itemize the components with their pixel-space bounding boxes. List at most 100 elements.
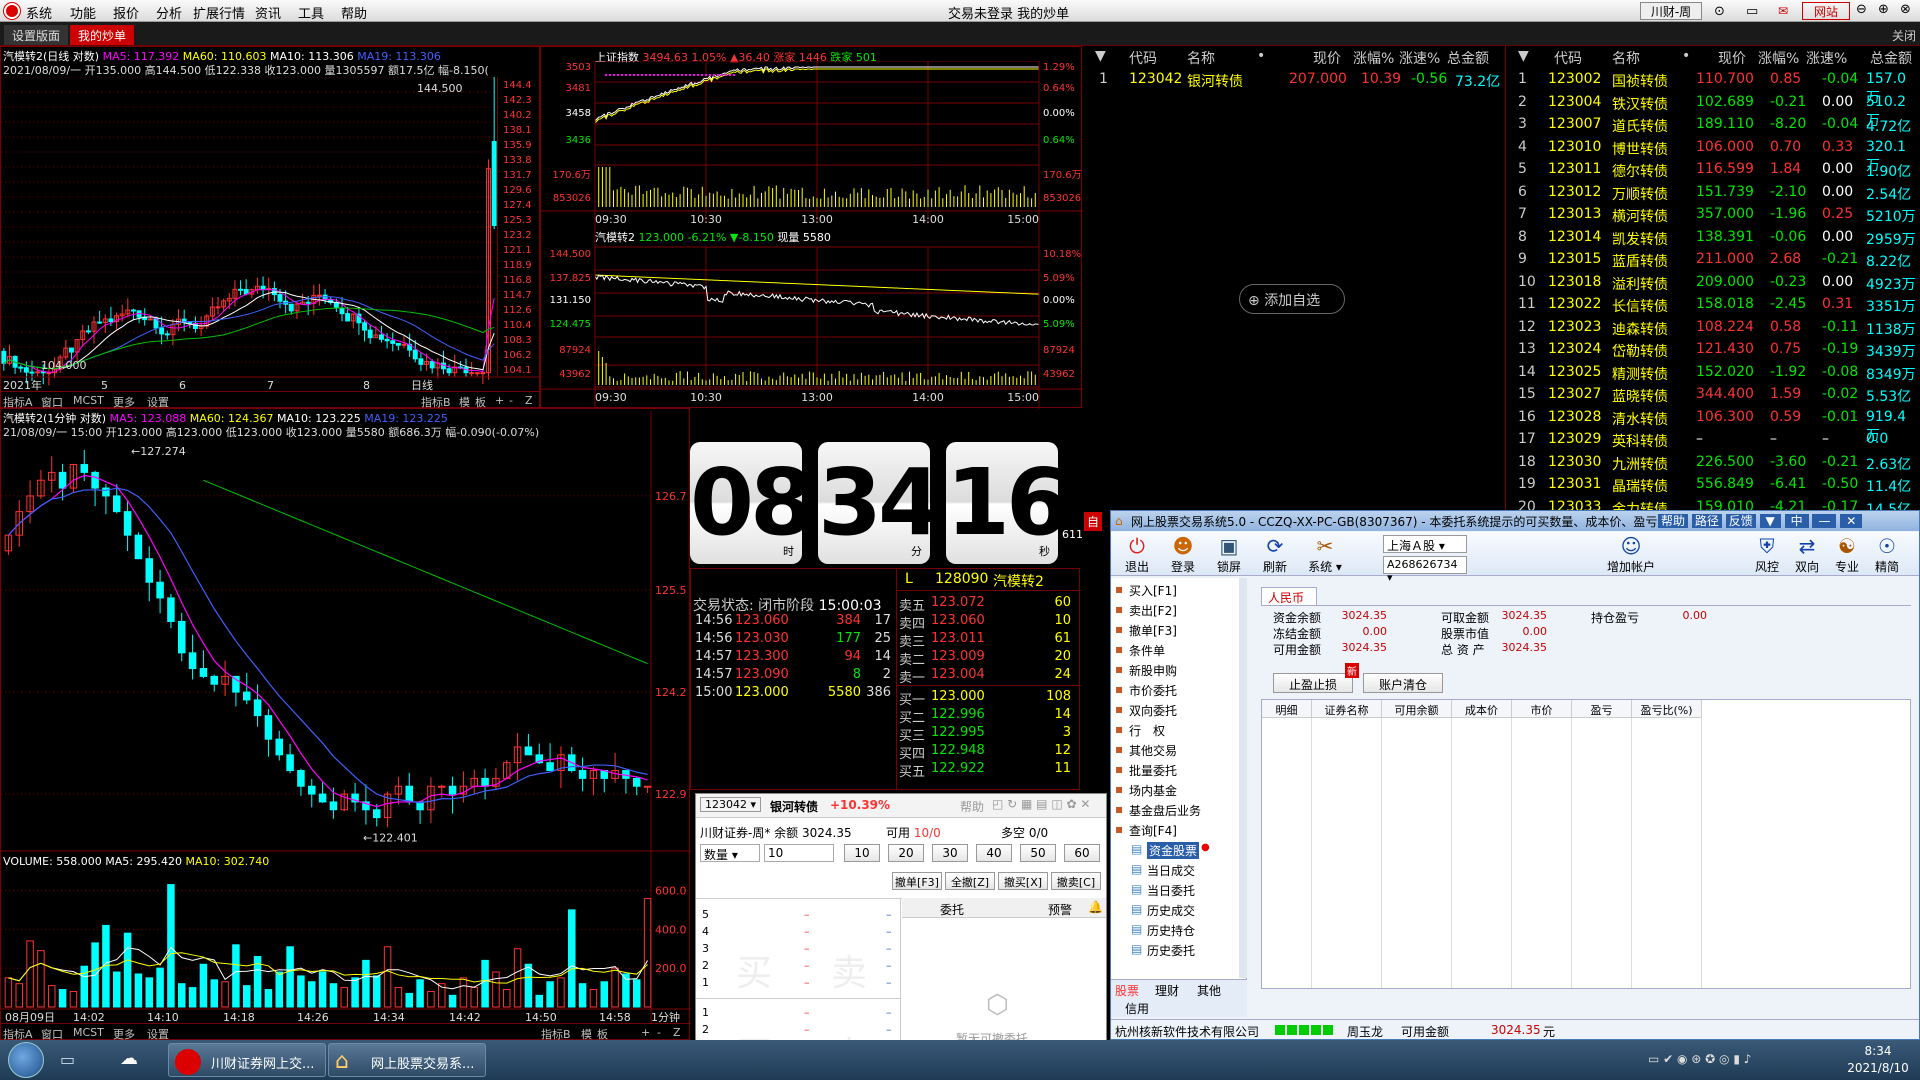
grid-header[interactable]: 证券名称 xyxy=(1312,700,1382,718)
watchlist-col-price[interactable]: 现价 xyxy=(1313,48,1341,68)
bondlist-row[interactable]: 1 123002 国祯转债 110.700 0.85 -0.04 157.0万 xyxy=(1506,68,1920,106)
minute-zoom-in[interactable]: + xyxy=(641,1026,650,1039)
order-help-link[interactable]: 帮助 xyxy=(960,798,984,815)
tree-item[interactable]: 市价委托 xyxy=(1129,682,1177,699)
stop-profit-loss-button[interactable]: 止盈止损 xyxy=(1273,673,1353,693)
bondlist-row[interactable]: 17 123029 英科转债 – – – 0.0 xyxy=(1506,428,1920,450)
trade-pin-icon[interactable]: ▼ xyxy=(1759,514,1781,528)
tree-item[interactable]: 条件单 xyxy=(1129,642,1165,659)
daily-zoom-out[interactable]: - xyxy=(509,394,513,407)
quick-qty-button[interactable]: 30 xyxy=(932,844,968,862)
bondlist-row[interactable]: 11 123022 长信转债 158.018 -2.45 0.31 3351万 xyxy=(1506,293,1920,315)
bondlist-row[interactable]: 4 123010 博世转债 106.000 0.70 0.33 320.1万 xyxy=(1506,136,1920,174)
quick-qty-button[interactable]: 60 xyxy=(1064,844,1100,862)
tree-tab-finance[interactable]: 理财 xyxy=(1155,982,1179,999)
order-toolbar-icons[interactable]: ◰ ↻ ▦ ▤ ◫ ✿ ✕ xyxy=(992,797,1090,811)
bondlist-col-pct[interactable]: 涨幅% xyxy=(1758,48,1799,68)
trade-help-button[interactable]: 帮助 xyxy=(1658,514,1689,528)
add-account-button[interactable]: ☺ 增加帐户 xyxy=(1601,534,1661,575)
menu-system[interactable]: 系统 xyxy=(26,3,52,22)
tree-item[interactable]: 历史成交 xyxy=(1147,902,1195,919)
bell-icon[interactable]: 🔔 xyxy=(1088,900,1103,914)
tree-item[interactable]: 行 权 xyxy=(1129,722,1165,739)
menu-news[interactable]: 资讯 xyxy=(255,3,281,22)
minimize-icon[interactable]: ⊖ xyxy=(1856,2,1867,17)
bondlist-col-price[interactable]: 现价 xyxy=(1718,48,1746,68)
bondlist-row[interactable]: 14 123025 精测转债 152.020 -1.92 -0.08 8349万 xyxy=(1506,361,1920,383)
bondlist-col-speed[interactable]: 涨速% xyxy=(1806,48,1847,68)
tree-item[interactable]: 当日委托 xyxy=(1147,882,1195,899)
daily-zoom-in[interactable]: + xyxy=(495,394,504,407)
quick-qty-button[interactable]: 10 xyxy=(844,844,880,862)
order-qty-input[interactable]: 10 xyxy=(764,844,834,862)
daily-zoom-reset[interactable]: Z xyxy=(525,394,533,407)
user-badge[interactable]: 川财-周 xyxy=(1640,2,1702,20)
clear-account-button[interactable]: 账户清仓 xyxy=(1363,673,1443,693)
quick-qty-button[interactable]: 20 xyxy=(888,844,924,862)
tree-item[interactable]: 历史持仓 xyxy=(1147,922,1195,939)
bondlist-row[interactable]: 5 123011 德尔转债 116.599 1.84 0.00 1.90亿 xyxy=(1506,158,1920,180)
bondlist-row[interactable]: 2 123004 铁汉转债 102.689 -0.21 0.00 510.2万 xyxy=(1506,91,1920,129)
menu-help[interactable]: 帮助 xyxy=(341,3,367,22)
quick-qty-button[interactable]: 50 xyxy=(1020,844,1056,862)
tab-my-trades[interactable]: 我的炒单 xyxy=(70,25,135,45)
order-action-button[interactable]: 撤卖[C] xyxy=(1051,872,1101,890)
tree-item[interactable]: 新股申购 xyxy=(1129,662,1177,679)
bondlist-row[interactable]: 12 123023 迪森转债 108.224 0.58 -0.11 1138万 xyxy=(1506,316,1920,338)
market-select[interactable]: 上海Ａ股 ▾ xyxy=(1383,535,1467,553)
watchlist-col-pct[interactable]: 涨幅% xyxy=(1353,48,1394,68)
tab-layout-settings[interactable]: 设置版面 xyxy=(4,25,69,45)
tree-item[interactable]: 批量委托 xyxy=(1129,762,1177,779)
tree-item[interactable]: 场内基金 xyxy=(1129,782,1177,799)
minute-kline-chart[interactable]: 汽模转2(1分钟 对数) MA5: 123.088 MA60: 124.367 … xyxy=(0,408,691,1041)
trade-minimize-icon[interactable]: — xyxy=(1812,514,1837,528)
bondlist-col-code[interactable]: 代码 xyxy=(1554,48,1582,68)
tree-tab-stock[interactable]: 股票 xyxy=(1115,982,1139,999)
tree-tab-other[interactable]: 其他 xyxy=(1197,982,1221,999)
menu-ext-market[interactable]: 扩展行情 xyxy=(193,3,245,22)
trade-close-icon[interactable]: ✕ xyxy=(1840,514,1863,528)
lock-button[interactable]: ▣ 锁屏 xyxy=(1209,534,1249,575)
watchlist-col-amount[interactable]: 总金额 xyxy=(1447,48,1489,68)
grid-header[interactable]: 市价 xyxy=(1512,700,1572,718)
tree-item[interactable]: 双向委托 xyxy=(1129,702,1177,719)
mail-icon[interactable]: ✉ xyxy=(1778,4,1788,18)
add-watchlist-button[interactable]: ⊕ 添加自选 xyxy=(1239,284,1345,314)
tree-scrollbar[interactable] xyxy=(1239,578,1247,978)
watchlist-sort-icon[interactable]: ▼ xyxy=(1095,48,1106,64)
order-code-select[interactable]: 123042 ▾ xyxy=(700,797,762,812)
bondlist-row[interactable]: 3 123007 道氏转债 189.110 -8.20 -0.04 4.72亿 xyxy=(1506,113,1920,135)
dual-button[interactable]: ⇄ 双向 xyxy=(1787,534,1827,575)
tree-item[interactable]: 其他交易 xyxy=(1129,742,1177,759)
quick-qty-button[interactable]: 40 xyxy=(976,844,1012,862)
bondlist-sort-icon[interactable]: ▼ xyxy=(1518,48,1529,64)
account-select[interactable]: A268626734 ▾ xyxy=(1383,556,1467,584)
order-action-button[interactable]: 全撤[Z] xyxy=(945,872,995,890)
bondlist-row[interactable]: 15 123027 蓝晓转债 344.400 1.59 -0.02 5.53亿 xyxy=(1506,383,1920,405)
tray-icons[interactable]: ▭ ✔ ◉ ⊛ ✪ ◎ ▮ ♪ xyxy=(1648,1052,1751,1066)
refresh-button[interactable]: ⟳ 刷新 xyxy=(1255,534,1295,575)
grid-header[interactable]: 成本价 xyxy=(1452,700,1512,718)
order-qty-type-select[interactable]: 数量 ▾ xyxy=(700,844,760,862)
trade-path-button[interactable]: 路径 xyxy=(1691,514,1722,528)
risk-button[interactable]: ⛨ 风控 xyxy=(1747,534,1787,575)
tree-item[interactable]: 基金盘后业务 xyxy=(1129,802,1201,819)
bondlist-col-name[interactable]: 名称 xyxy=(1612,48,1640,68)
grid-header[interactable]: 盈亏比(%) xyxy=(1632,700,1702,718)
menu-function[interactable]: 功能 xyxy=(70,3,96,22)
bondlist-col-amount[interactable]: 总金额 xyxy=(1870,48,1912,68)
close-panel-label[interactable]: 关闭 xyxy=(1892,27,1916,44)
order-tab-entrust[interactable]: 委托 xyxy=(940,901,964,918)
tree-item[interactable]: 资金股票 xyxy=(1147,842,1200,859)
grid-header[interactable]: 盈亏 xyxy=(1572,700,1632,718)
system-button[interactable]: ✂ 系统 ▾ xyxy=(1301,534,1349,575)
desktop-icon[interactable]: ▭ xyxy=(60,1050,75,1069)
order-tab-alert[interactable]: 预警 xyxy=(1048,901,1072,918)
lite-button[interactable]: ☉ 精简 xyxy=(1867,534,1907,575)
trade-lang-icon[interactable]: 中 xyxy=(1784,514,1809,528)
tree-item[interactable]: 撤单[F3] xyxy=(1129,622,1177,639)
bondlist-row[interactable]: 6 123012 万顺转债 151.739 -2.10 0.00 2.54亿 xyxy=(1506,181,1920,203)
tree-item[interactable]: 当日成交 xyxy=(1147,862,1195,879)
minute-zoom-reset[interactable]: Z xyxy=(673,1026,681,1039)
bondlist-row[interactable]: 13 123024 岱勒转债 121.430 0.75 -0.19 3439万 xyxy=(1506,338,1920,360)
